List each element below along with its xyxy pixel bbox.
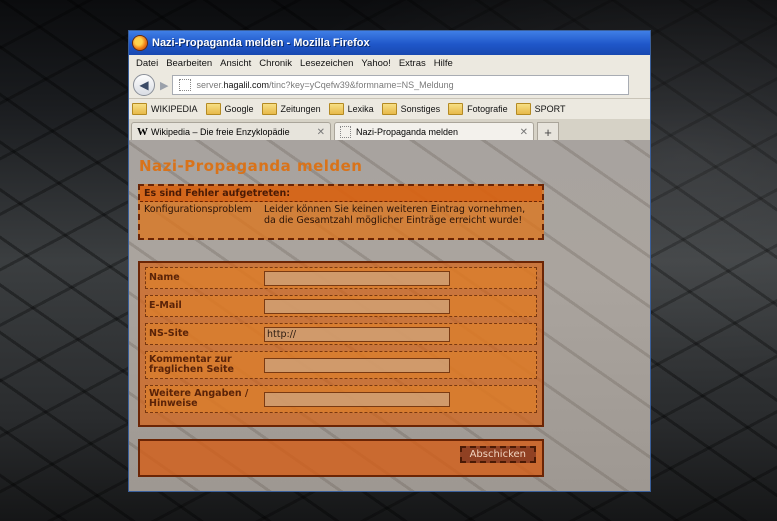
bookmark-label: SPORT <box>534 104 566 114</box>
menu-yahoo[interactable]: Yahoo! <box>361 58 390 69</box>
tab-label: Wikipedia – Die freie Enzyklopädie <box>151 127 290 137</box>
tab-strip: W Wikipedia – Die freie Enzyklopädie ✕ N… <box>129 119 650 141</box>
error-key: Konfigurationsproblem <box>144 204 252 215</box>
form-row-email: E-Mail <box>145 295 537 317</box>
weitere-angaben-field[interactable] <box>264 391 450 407</box>
menu-bearbeiten[interactable]: Bearbeiten <box>166 58 212 69</box>
menu-hilfe[interactable]: Hilfe <box>434 58 453 69</box>
folder-icon <box>132 103 147 115</box>
folder-icon <box>328 103 344 115</box>
browser-window: Nazi-Propaganda melden - Mozilla Firefox… <box>128 30 651 492</box>
kommentar-label: Kommentar zur fraglichen Seite <box>149 354 234 375</box>
bookmark-zeitungen[interactable]: Zeitungen <box>261 103 321 115</box>
bookmark-label: Lexika <box>347 104 374 114</box>
url-bar[interactable]: server. hagalil.com/tinc?key=yCqefw39&for… <box>172 75 630 95</box>
forward-arrow-icon[interactable]: ▶ <box>160 79 168 92</box>
wikipedia-icon: W <box>137 126 148 138</box>
submit-button[interactable]: Abschicken <box>459 446 536 463</box>
form-row-weitere-angaben: Weitere Angaben / Hinweise <box>145 385 537 413</box>
weitere-angaben-label: Weitere Angaben / Hinweise <box>149 388 249 409</box>
tab-wikipedia[interactable]: W Wikipedia – Die freie Enzyklopädie ✕ <box>131 122 331 141</box>
kommentar-field[interactable] <box>264 357 450 373</box>
menu-chronik[interactable]: Chronik <box>259 58 292 69</box>
menu-ansicht[interactable]: Ansicht <box>220 58 251 69</box>
window-title: Nazi-Propaganda melden - Mozilla Firefox <box>152 37 370 49</box>
name-field[interactable] <box>264 270 450 286</box>
bookmark-lexika[interactable]: Lexika <box>328 103 374 115</box>
bookmark-label: Zeitungen <box>280 104 321 114</box>
tab-nazi-propaganda-melden[interactable]: Nazi-Propaganda melden ✕ <box>334 122 534 141</box>
name-label: Name <box>149 272 180 283</box>
report-form: Name E-Mail NS-Site http:// Kommentar zu… <box>138 261 544 427</box>
email-label: E-Mail <box>149 300 182 311</box>
menu-lesezeichen[interactable]: Lesezeichen <box>300 58 353 69</box>
menu-bar: Datei Bearbeiten Ansicht Chronik Lesezei… <box>129 55 650 72</box>
back-button[interactable]: ◀ <box>133 74 155 96</box>
site-identity-icon[interactable] <box>179 79 192 91</box>
page-content: Nazi-Propaganda melden Es sind Fehler au… <box>129 140 650 491</box>
bookmark-label: Fotografie <box>467 104 508 114</box>
url-host: hagalil.com <box>223 80 270 90</box>
url-prefix: server. <box>196 80 224 90</box>
plus-icon: + <box>544 124 552 140</box>
folder-icon <box>515 103 531 115</box>
ns-site-label: NS-Site <box>149 328 189 339</box>
new-tab-button[interactable]: + <box>537 122 559 141</box>
bookmark-wikipedia[interactable]: WIKIPEDIA <box>132 103 198 115</box>
navigation-bar: ◀ ▶ server. hagalil.com/tinc?key=yCqefw39… <box>129 72 650 99</box>
form-row-name: Name <box>145 267 537 289</box>
error-header: Es sind Fehler aufgetreten: <box>140 186 542 202</box>
menu-extras[interactable]: Extras <box>399 58 426 69</box>
url-path: /tinc?key=yCqefw39&formname=NS_Meldung <box>269 80 454 90</box>
bookmarks-toolbar: WIKIPEDIA Google Zeitungen Lexika Sonsti… <box>129 99 650 119</box>
bookmark-sport[interactable]: SPORT <box>515 103 566 115</box>
error-message: Leider können Sie keinen weiteren Eintra… <box>264 204 526 226</box>
form-row-kommentar: Kommentar zur fraglichen Seite <box>145 351 537 379</box>
error-box: Es sind Fehler aufgetreten: Konfiguratio… <box>138 184 544 240</box>
back-arrow-icon: ◀ <box>139 78 149 92</box>
bookmark-fotografie[interactable]: Fotografie <box>448 103 508 115</box>
tab-label: Nazi-Propaganda melden <box>356 127 459 137</box>
folder-icon <box>448 103 464 115</box>
blank-page-icon <box>340 126 351 138</box>
ns-site-field[interactable]: http:// <box>264 326 450 342</box>
bookmark-label: WIKIPEDIA <box>151 104 198 114</box>
bookmark-label: Google <box>224 104 254 114</box>
form-row-ns-site: NS-Site http:// <box>145 323 537 345</box>
folder-icon <box>381 103 397 115</box>
title-bar: Nazi-Propaganda melden - Mozilla Firefox <box>129 31 650 55</box>
email-field[interactable] <box>264 298 450 314</box>
close-tab-icon[interactable]: ✕ <box>317 127 325 138</box>
folder-icon <box>261 103 277 115</box>
bookmark-sonstiges[interactable]: Sonstiges <box>381 103 441 115</box>
close-tab-icon[interactable]: ✕ <box>520 127 528 138</box>
firefox-icon <box>133 36 147 50</box>
folder-icon <box>205 103 221 115</box>
menu-datei[interactable]: Datei <box>136 58 158 69</box>
bookmark-google[interactable]: Google <box>205 103 254 115</box>
page-title: Nazi-Propaganda melden <box>139 157 363 175</box>
submit-area: Abschicken <box>138 439 544 477</box>
bookmark-label: Sonstiges <box>400 104 441 114</box>
error-row: Konfigurationsproblem Leider können Sie … <box>140 202 542 228</box>
